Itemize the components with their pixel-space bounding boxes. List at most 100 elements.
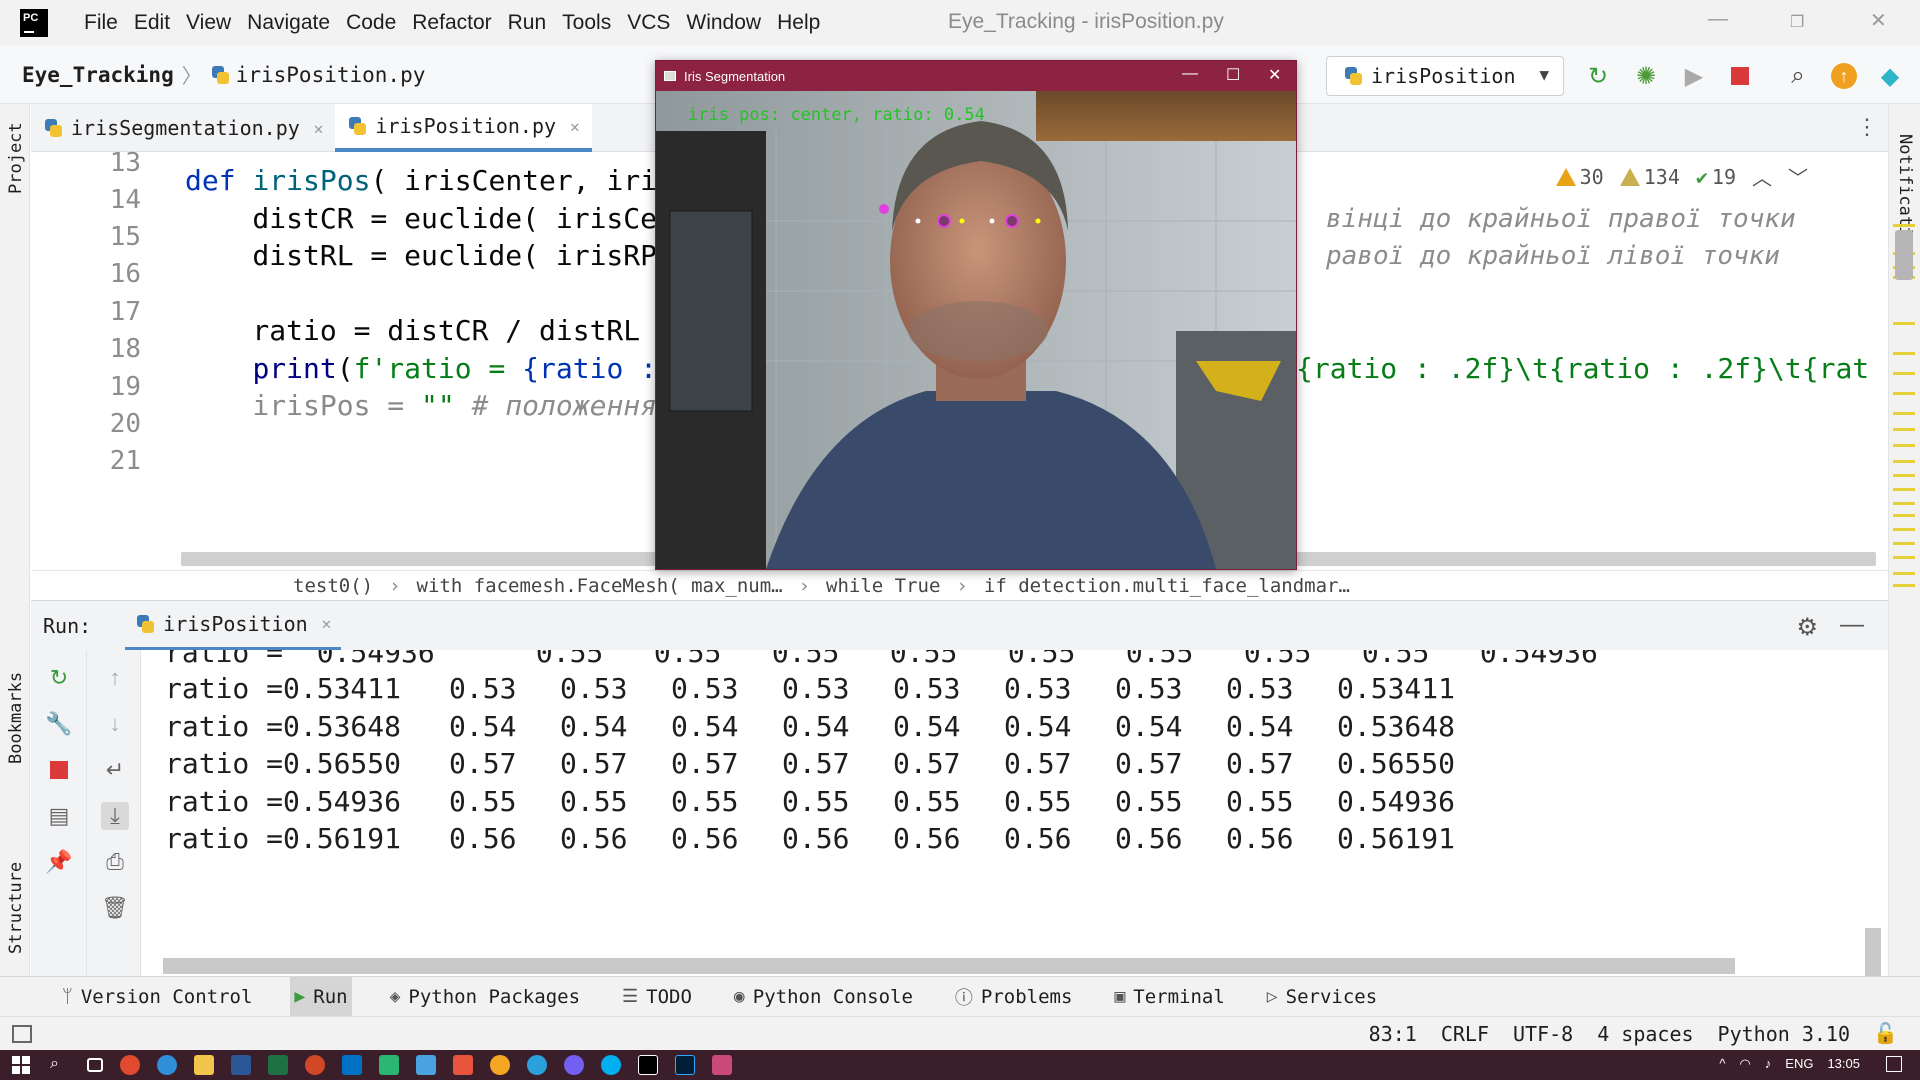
close-tab-icon[interactable]: ✕ [570, 117, 580, 136]
warning-marker[interactable] [1893, 528, 1915, 531]
wrench-icon[interactable]: 🔧 [45, 710, 73, 738]
warning-marker[interactable] [1893, 542, 1915, 545]
pin-icon[interactable]: 📌 [45, 848, 73, 876]
scroll-to-end-icon[interactable]: ⤓ [101, 802, 129, 830]
structure-tool-button[interactable]: Structure [6, 862, 26, 954]
language-indicator[interactable]: ENG [1785, 1056, 1813, 1072]
caret-position[interactable]: 83:1 [1369, 1022, 1417, 1046]
warning-marker[interactable] [1893, 412, 1915, 415]
menu-code[interactable]: Code [338, 11, 404, 35]
warning-marker[interactable] [1893, 428, 1915, 431]
debug-icon[interactable]: ✺ [1632, 62, 1660, 90]
breadcrumb-file[interactable]: irisPosition.py [210, 63, 425, 87]
chevron-up-icon[interactable]: ^ [1719, 1056, 1725, 1072]
run-console-output[interactable]: ratio = 0.54936 0.55 0.55 0.55 0.55 0.55… [141, 650, 1888, 976]
hide-panel-icon[interactable]: — [1840, 611, 1864, 639]
error-stripe[interactable] [1893, 212, 1915, 692]
indent-setting[interactable]: 4 spaces [1597, 1022, 1693, 1046]
toggle-tool-windows-icon[interactable] [12, 1025, 32, 1043]
soft-wrap-icon[interactable]: ↵ [101, 756, 129, 784]
typos-count[interactable]: ✔ 19 [1696, 165, 1736, 189]
app-icon[interactable] [453, 1055, 473, 1075]
stop-icon[interactable] [45, 756, 73, 784]
todo-tool-button[interactable]: ☰ TODO [618, 977, 696, 1017]
windows-start-icon[interactable] [12, 1056, 30, 1074]
run-tab[interactable]: irisPosition ✕ [125, 601, 342, 651]
app-icon[interactable] [379, 1055, 399, 1075]
horizontal-scrollbar[interactable] [163, 958, 1735, 974]
breadcrumb-project[interactable]: Eye_Tracking [22, 63, 174, 87]
lock-icon[interactable]: 🔓 [1873, 1021, 1898, 1045]
python-packages-tool-button[interactable]: ◈ Python Packages [386, 977, 584, 1017]
arrow-down-icon[interactable]: ↓ [101, 710, 129, 738]
chevron-up-icon[interactable]: ︿ [1752, 162, 1772, 191]
weak-warnings-count[interactable]: 134 [1619, 165, 1680, 189]
scroll-thumb[interactable] [1895, 230, 1913, 280]
warning-marker[interactable] [1893, 474, 1915, 477]
maximize-button[interactable]: ☐ [1226, 65, 1240, 85]
menu-edit[interactable]: Edit [126, 11, 178, 35]
search-icon[interactable]: ⌕ [1784, 62, 1812, 90]
minimize-button[interactable]: — [1182, 65, 1198, 83]
skype-icon[interactable] [601, 1055, 621, 1075]
pycharm-taskbar-icon[interactable] [638, 1055, 658, 1075]
inspection-widget[interactable]: 30 134 ✔ 19 ︿ ﹀ [1555, 162, 1808, 191]
stop-icon[interactable] [1726, 62, 1754, 90]
line-separator[interactable]: CRLF [1441, 1022, 1489, 1046]
menu-refactor[interactable]: Refactor [404, 11, 499, 35]
gear-icon[interactable]: ⚙ [1796, 613, 1818, 642]
menu-tools[interactable]: Tools [554, 11, 619, 35]
arrow-up-icon[interactable]: ↑ [101, 664, 129, 692]
menu-vcs[interactable]: VCS [619, 11, 678, 35]
terminal-tool-button[interactable]: ▣ Terminal [1110, 977, 1228, 1017]
tab-iris-segmentation[interactable]: irisSegmentation.py ✕ [31, 104, 335, 152]
more-vertical-icon[interactable]: ⋮ [1856, 114, 1878, 140]
file-explorer-icon[interactable] [194, 1055, 214, 1075]
search-icon[interactable]: ⌕ [50, 1055, 70, 1075]
menu-navigate[interactable]: Navigate [239, 11, 338, 35]
breadcrumb-while[interactable]: while True [826, 575, 940, 597]
word-icon[interactable] [231, 1055, 251, 1075]
python-app-icon[interactable] [712, 1055, 732, 1075]
viber-icon[interactable] [564, 1055, 584, 1075]
chrome-icon[interactable] [120, 1055, 140, 1075]
update-icon[interactable]: ↑ [1830, 62, 1858, 90]
warning-marker[interactable] [1893, 488, 1915, 491]
warning-marker[interactable] [1893, 584, 1915, 587]
photoshop-icon[interactable] [675, 1055, 695, 1075]
outlook-icon[interactable] [342, 1055, 362, 1075]
bookmarks-tool-button[interactable]: Bookmarks [6, 672, 26, 764]
task-view-icon[interactable] [87, 1058, 103, 1072]
services-tool-button[interactable]: ▷ Services [1263, 977, 1381, 1017]
warning-marker[interactable] [1893, 514, 1915, 517]
layout-icon[interactable]: ▤ [45, 802, 73, 830]
breadcrumb-function[interactable]: test0() [293, 575, 373, 597]
project-tool-button[interactable]: Project [6, 122, 26, 194]
close-tab-icon[interactable]: ✕ [322, 614, 332, 633]
minimize-button[interactable]: — [1708, 8, 1728, 31]
menu-file[interactable]: File [76, 11, 126, 35]
warning-marker[interactable] [1893, 502, 1915, 505]
chevron-down-icon[interactable]: ﹀ [1788, 162, 1808, 191]
iris-segmentation-window[interactable]: Iris Segmentation — ☐ ✕ iris pos: center… [655, 60, 1297, 570]
warning-marker[interactable] [1893, 460, 1915, 463]
rerun-icon[interactable]: ↻ [1584, 62, 1612, 90]
volume-icon[interactable]: ♪ [1765, 1056, 1772, 1072]
telegram-icon[interactable] [527, 1055, 547, 1075]
excel-icon[interactable] [268, 1055, 288, 1075]
warning-marker[interactable] [1893, 444, 1915, 447]
warning-marker[interactable] [1893, 224, 1915, 227]
rerun-icon[interactable]: ↻ [45, 664, 73, 692]
warning-marker[interactable] [1893, 556, 1915, 559]
python-interpreter[interactable]: Python 3.10 [1718, 1022, 1850, 1046]
restore-button[interactable]: ❐ [1790, 12, 1804, 32]
close-button[interactable]: ✕ [1870, 8, 1887, 33]
problems-tool-button[interactable]: ⓘ Problems [951, 977, 1077, 1017]
browser-icon[interactable] [490, 1055, 510, 1075]
notification-center-icon[interactable] [1886, 1056, 1902, 1072]
vertical-scrollbar[interactable] [1865, 928, 1881, 976]
mail-icon[interactable] [416, 1055, 436, 1075]
warning-marker[interactable] [1893, 572, 1915, 575]
breadcrumb-if[interactable]: if detection.multi_face_landmar… [984, 575, 1350, 597]
run-config-select[interactable]: irisPosition ▼ [1326, 56, 1564, 96]
